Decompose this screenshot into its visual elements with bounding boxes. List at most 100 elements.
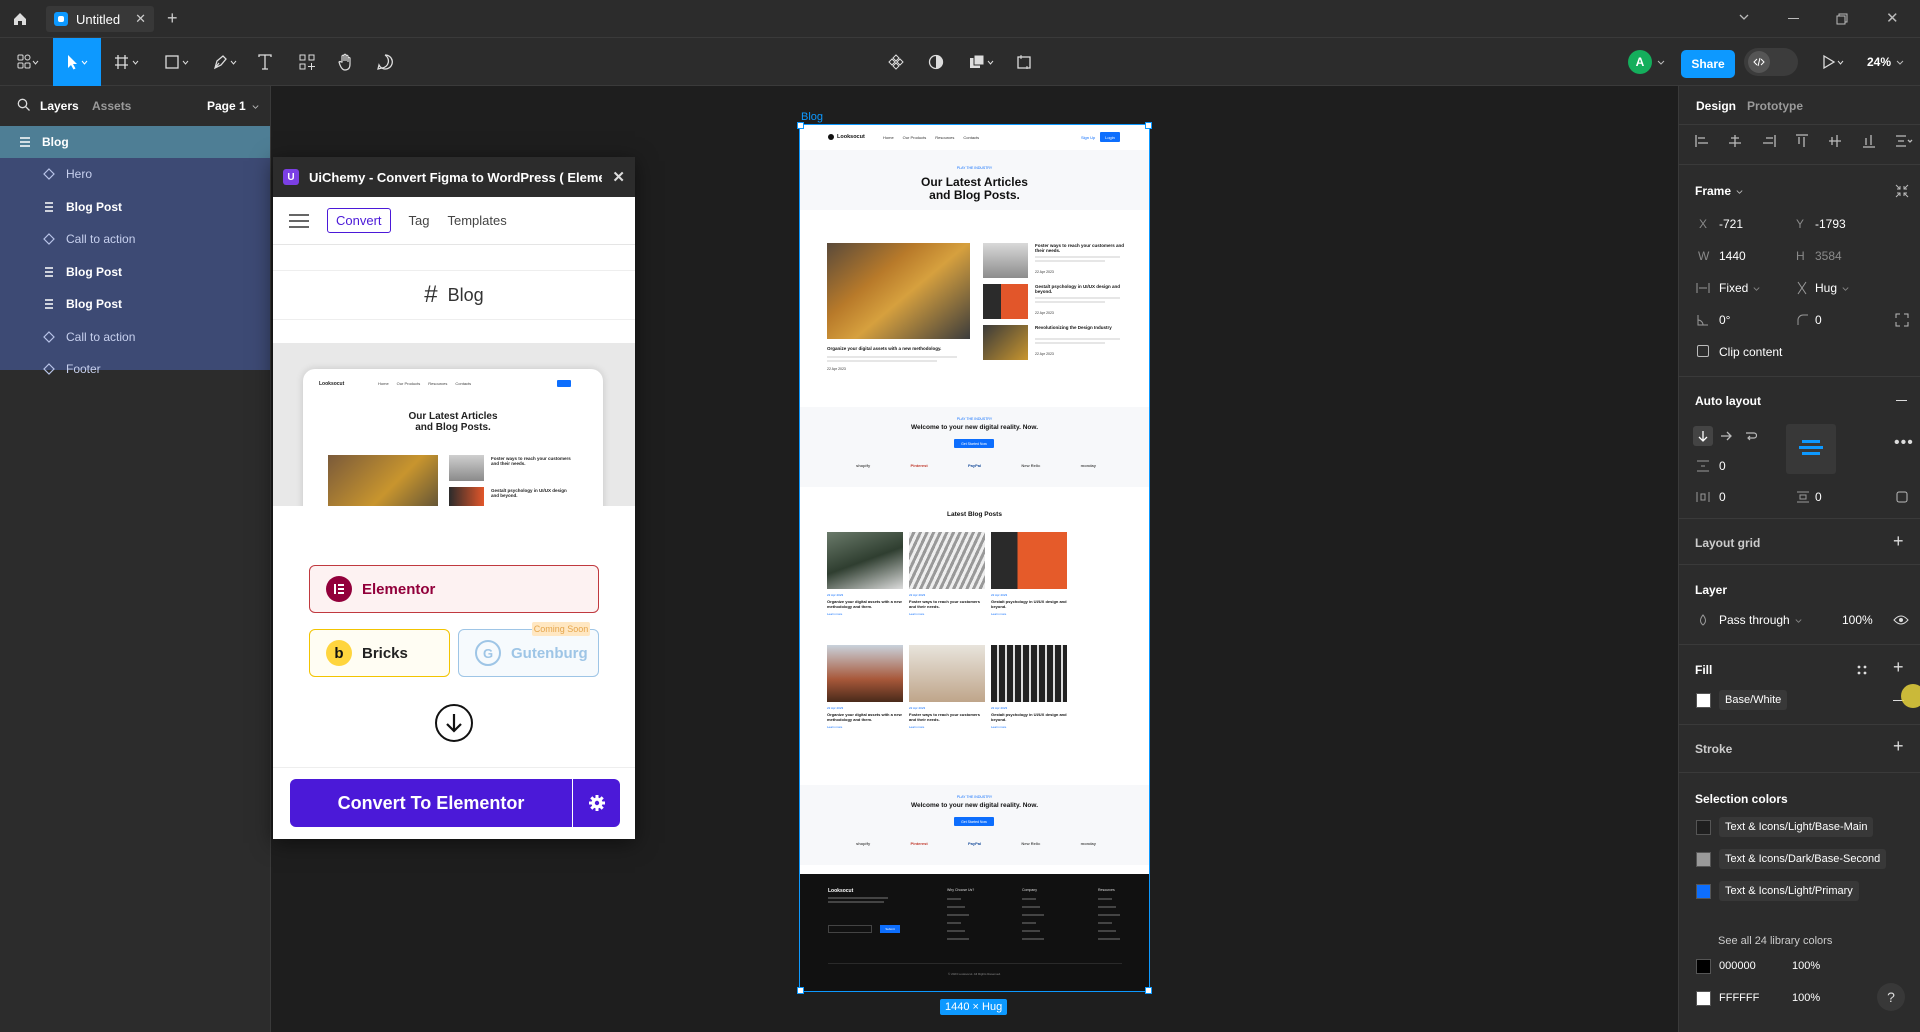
alignment-box[interactable]: [1786, 424, 1836, 474]
blend-mode-select[interactable]: Pass through: [1719, 613, 1803, 627]
x-input[interactable]: -721: [1719, 217, 1743, 231]
align-right-icon[interactable]: [1762, 134, 1776, 148]
w-input[interactable]: 1440: [1719, 249, 1746, 263]
raw-color-opacity[interactable]: 100%: [1792, 992, 1820, 1004]
direction-vertical-button[interactable]: [1693, 426, 1713, 446]
clip-content-checkbox[interactable]: [1697, 345, 1709, 357]
arrow-right-icon[interactable]: [1720, 431, 1732, 441]
close-window-icon[interactable]: ✕: [1886, 9, 1899, 27]
style-grid-icon[interactable]: [1856, 664, 1868, 676]
layer-item[interactable]: Blog Post: [0, 288, 270, 320]
main-menu-icon[interactable]: [12, 38, 44, 86]
user-avatar[interactable]: A: [1627, 38, 1667, 86]
resize-to-fit-icon[interactable]: [1895, 184, 1909, 198]
see-all-colors-link[interactable]: See all 24 library colors: [1718, 935, 1832, 947]
move-tool-button[interactable]: [53, 38, 101, 86]
raw-color-hex[interactable]: FFFFFF: [1719, 992, 1759, 1004]
fill-swatch[interactable]: [1696, 693, 1711, 708]
height-mode-select[interactable]: Hug: [1815, 281, 1850, 295]
selection-color-swatch[interactable]: [1696, 884, 1711, 899]
wrap-icon[interactable]: [1745, 430, 1757, 442]
blog-frame[interactable]: Looksocut Home Our Products Resources Co…: [799, 124, 1150, 992]
frame-label[interactable]: Blog: [801, 111, 823, 123]
present-button[interactable]: [1816, 38, 1852, 86]
tab-tag[interactable]: Tag: [409, 213, 430, 228]
chevron-down-icon[interactable]: [1737, 10, 1751, 24]
selection-handle[interactable]: [797, 987, 804, 994]
selection-handle[interactable]: [1145, 987, 1152, 994]
shape-tool-icon[interactable]: [160, 38, 196, 86]
close-plugin-icon[interactable]: ✕: [612, 168, 625, 186]
boolean-groups-icon[interactable]: [966, 38, 1000, 86]
selection-handle[interactable]: [797, 122, 804, 129]
resources-tool-icon[interactable]: [296, 38, 318, 86]
padding-vertical-input[interactable]: 0: [1815, 490, 1822, 504]
more-options-icon[interactable]: •••: [1894, 434, 1914, 452]
rotation-input[interactable]: 0°: [1719, 313, 1730, 327]
minimize-icon[interactable]: [1788, 18, 1799, 19]
page-selector[interactable]: Page 1: [207, 99, 260, 113]
new-tab-icon[interactable]: +: [167, 8, 178, 29]
eye-icon[interactable]: [1893, 614, 1909, 626]
layer-item[interactable]: Blog Post: [0, 256, 270, 288]
corner-radius-input[interactable]: 0: [1815, 313, 1822, 327]
remove-auto-layout-icon[interactable]: [1896, 400, 1907, 401]
raw-color-hex[interactable]: 000000: [1719, 960, 1756, 972]
elementor-builder-button[interactable]: Elementor: [309, 565, 599, 613]
selection-color-chip[interactable]: Text & Icons/Light/Base-Main: [1719, 817, 1874, 837]
crop-icon[interactable]: [1013, 38, 1035, 86]
align-bottom-icon[interactable]: [1862, 134, 1876, 148]
pen-tool-icon[interactable]: [208, 38, 244, 86]
scroll-down-icon[interactable]: [434, 703, 474, 743]
add-stroke-icon[interactable]: +: [1893, 736, 1904, 757]
tab-assets[interactable]: Assets: [92, 99, 131, 113]
convert-to-elementor-button[interactable]: Convert To Elementor: [290, 779, 620, 827]
file-tab[interactable]: Untitled ✕: [46, 6, 154, 32]
close-tab-icon[interactable]: ✕: [135, 11, 146, 27]
selection-color-swatch[interactable]: [1696, 852, 1711, 867]
dev-mode-toggle[interactable]: [1743, 38, 1799, 86]
layer-item[interactable]: Call to action: [0, 321, 270, 353]
frame-tool-icon[interactable]: [110, 38, 146, 86]
align-top-icon[interactable]: [1795, 134, 1809, 148]
independent-corners-icon[interactable]: [1895, 313, 1909, 327]
mask-icon[interactable]: [925, 38, 947, 86]
search-icon[interactable]: [17, 98, 31, 112]
bricks-builder-button[interactable]: b Bricks: [309, 629, 450, 677]
align-center-h-icon[interactable]: [1728, 134, 1742, 148]
home-icon[interactable]: [12, 11, 28, 27]
selection-color-chip[interactable]: Text & Icons/Light/Primary: [1719, 881, 1859, 901]
align-left-icon[interactable]: [1695, 134, 1709, 148]
y-input[interactable]: -1793: [1815, 217, 1846, 231]
selection-color-swatch[interactable]: [1696, 820, 1711, 835]
layer-root-blog[interactable]: Blog: [0, 126, 270, 158]
tab-templates[interactable]: Templates: [448, 213, 507, 228]
layer-item[interactable]: Footer: [0, 353, 270, 385]
tab-design[interactable]: Design: [1696, 99, 1736, 113]
fill-style-chip[interactable]: Base/White: [1719, 690, 1788, 710]
share-button[interactable]: Share: [1681, 50, 1735, 78]
add-fill-icon[interactable]: +: [1893, 657, 1904, 678]
hand-tool-icon[interactable]: [335, 38, 357, 86]
individual-padding-icon[interactable]: [1895, 490, 1909, 504]
raw-color-opacity[interactable]: 100%: [1792, 960, 1820, 972]
padding-horizontal-input[interactable]: 0: [1719, 490, 1726, 504]
comment-tool-icon[interactable]: [374, 38, 396, 86]
raw-color-swatch[interactable]: [1696, 959, 1711, 974]
hamburger-menu-icon[interactable]: [289, 213, 309, 228]
raw-color-swatch[interactable]: [1696, 991, 1711, 1006]
width-mode-select[interactable]: Fixed: [1719, 281, 1761, 295]
selection-handle[interactable]: [1145, 122, 1152, 129]
gap-input[interactable]: 0: [1719, 459, 1726, 473]
layer-opacity-input[interactable]: 100%: [1842, 613, 1873, 627]
text-tool-icon[interactable]: [254, 38, 276, 86]
layer-item[interactable]: Blog Post: [0, 191, 270, 223]
distribute-icon[interactable]: [1895, 134, 1913, 148]
restore-icon[interactable]: [1836, 13, 1848, 25]
h-input[interactable]: 3584: [1815, 249, 1842, 263]
add-layout-grid-icon[interactable]: +: [1893, 531, 1904, 552]
layer-item[interactable]: Hero: [0, 158, 270, 190]
frame-section-title[interactable]: Frame: [1695, 184, 1744, 198]
selection-color-chip[interactable]: Text & Icons/Dark/Base-Second: [1719, 849, 1887, 869]
tab-prototype[interactable]: Prototype: [1747, 99, 1803, 113]
